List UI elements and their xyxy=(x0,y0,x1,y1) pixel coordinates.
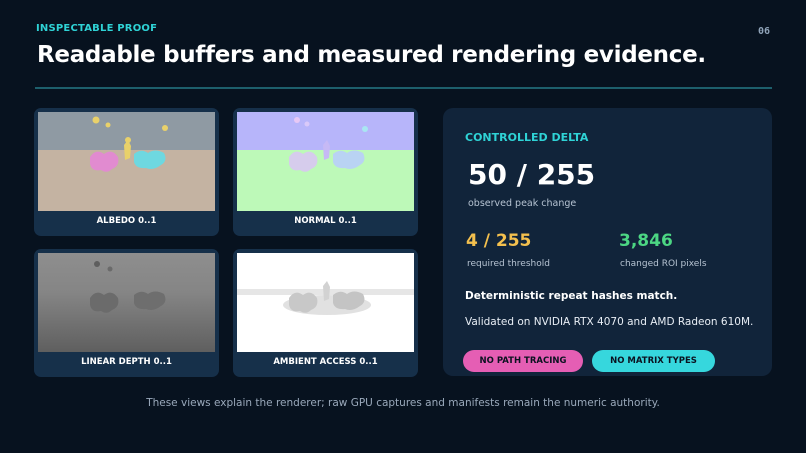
linear-depth-caption: LINEAR DEPTH 0..1 xyxy=(81,357,172,367)
title-divider xyxy=(35,87,772,89)
buffer-tile-normal: NORMAL 0..1 xyxy=(233,108,418,236)
threshold-caption: required threshold xyxy=(467,259,550,269)
validated-note: Validated on NVIDIA RTX 4070 and AMD Rad… xyxy=(465,316,754,328)
footer-note: These views explain the renderer; raw GP… xyxy=(146,397,660,409)
page-title: Readable buffers and measured rendering … xyxy=(37,42,706,68)
linear-depth-buffer-image xyxy=(38,253,215,352)
no-path-tracing-badge: NO PATH TRACING xyxy=(463,350,583,372)
buffer-tile-albedo: ALBEDO 0..1 xyxy=(34,108,219,236)
hash-note: Deterministic repeat hashes match. xyxy=(465,290,678,302)
eyebrow-label: INSPECTABLE PROOF xyxy=(36,23,158,34)
albedo-caption: ALBEDO 0..1 xyxy=(96,216,157,226)
controlled-delta-panel: CONTROLLED DELTA 50 / 255 observed peak … xyxy=(443,108,772,376)
normal-caption: NORMAL 0..1 xyxy=(294,216,357,226)
peak-change-value: 50 / 255 xyxy=(468,158,596,191)
changed-pixels-caption: changed ROI pixels xyxy=(620,259,707,269)
buffer-tile-linear-depth: LINEAR DEPTH 0..1 xyxy=(34,249,219,377)
panel-label: CONTROLLED DELTA xyxy=(465,131,589,144)
threshold-value: 4 / 255 xyxy=(466,231,532,251)
peak-change-caption: observed peak change xyxy=(468,198,577,209)
changed-pixels-value: 3,846 xyxy=(619,231,673,251)
normal-buffer-image xyxy=(237,112,414,211)
albedo-buffer-image xyxy=(38,112,215,211)
no-matrix-types-badge: NO MATRIX TYPES xyxy=(592,350,715,372)
buffer-tile-ambient-access: AMBIENT ACCESS 0..1 xyxy=(233,249,418,377)
page-number: 06 xyxy=(757,26,770,37)
ambient-access-caption: AMBIENT ACCESS 0..1 xyxy=(273,357,378,367)
ambient-access-buffer-image xyxy=(237,253,414,352)
